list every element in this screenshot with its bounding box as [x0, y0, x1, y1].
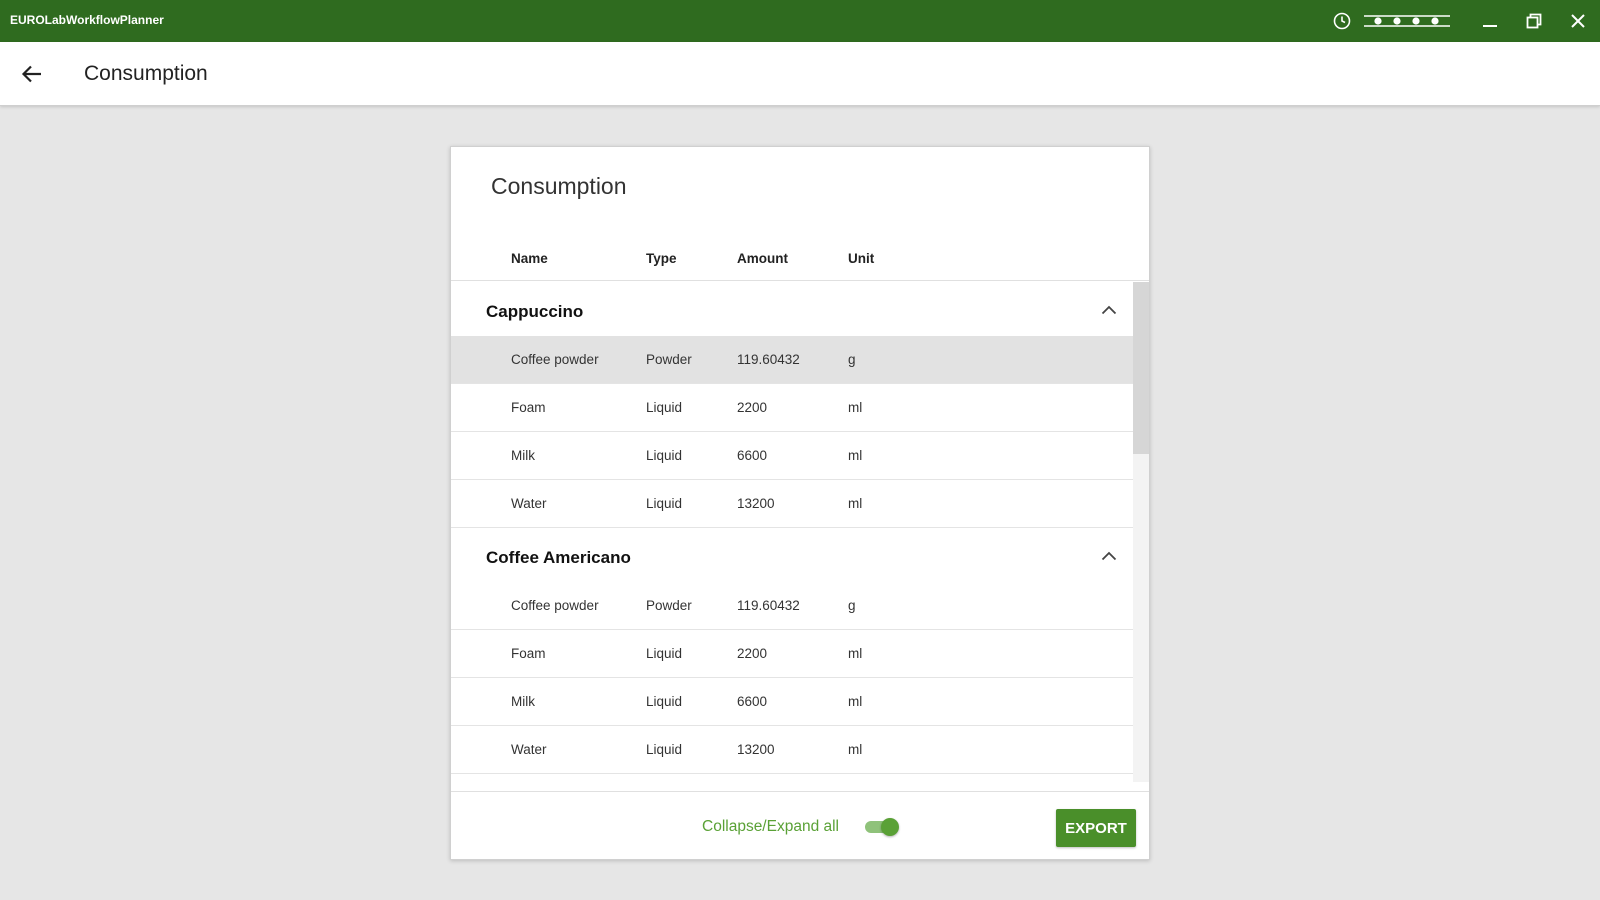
column-header-type: Type	[646, 251, 677, 266]
cell-amount: 2200	[737, 400, 768, 415]
app-title: EUROLabWorkflowPlanner	[10, 13, 164, 27]
cell-amount: 6600	[737, 694, 768, 709]
cell-name: Coffee powder	[511, 352, 599, 367]
cell-name: Water	[511, 742, 547, 757]
consumption-list[interactable]: Cappuccino Coffee powder Powder 119.6043…	[451, 282, 1149, 782]
arrow-left-icon	[21, 65, 41, 83]
cell-name: Coffee powder	[511, 598, 599, 613]
cell-type: Liquid	[646, 448, 683, 463]
table-row[interactable]: Water Liquid 13200 ml	[451, 726, 1133, 774]
cell-amount: 2200	[737, 646, 768, 661]
cell-amount: 119.60432	[737, 598, 800, 613]
collapse-expand-label: Collapse/Expand all	[702, 818, 840, 835]
column-header-row: Name Type Amount Unit	[451, 239, 1149, 281]
card-title: Consumption	[491, 173, 627, 199]
collapse-expand-toggle[interactable]	[865, 818, 899, 836]
cell-unit: ml	[848, 448, 863, 463]
table-row[interactable]: Water Liquid 13200 ml	[451, 480, 1133, 528]
cell-type: Powder	[646, 598, 692, 613]
column-header-name: Name	[511, 251, 548, 266]
cell-name: Water	[511, 496, 547, 511]
cell-amount: 13200	[737, 496, 775, 511]
cell-unit: ml	[848, 400, 863, 415]
back-button[interactable]	[16, 58, 48, 90]
cell-amount: 119.60432	[737, 352, 800, 367]
group-header-coffee-americano[interactable]: Coffee Americano	[451, 528, 1133, 582]
toggle-knob	[881, 818, 899, 836]
cell-name: Milk	[511, 694, 535, 709]
cell-unit: g	[848, 598, 856, 613]
cell-name: Foam	[511, 646, 546, 661]
column-header-unit: Unit	[848, 251, 875, 266]
consumption-card: Consumption Name Type Amount Unit Cappuc…	[450, 146, 1150, 860]
group-title: Cappuccino	[486, 302, 584, 321]
group-header-cappuccino[interactable]: Cappuccino	[451, 282, 1133, 336]
table-row[interactable]: Foam Liquid 2200 ml	[451, 384, 1133, 432]
list-scrollbar[interactable]	[1133, 282, 1149, 782]
table-row[interactable]: Milk Liquid 6600 ml	[451, 678, 1133, 726]
cell-unit: ml	[848, 496, 863, 511]
chevron-up-icon[interactable]	[1099, 302, 1119, 318]
cell-unit: ml	[848, 646, 863, 661]
clock-icon[interactable]	[1330, 0, 1354, 42]
export-button[interactable]: EXPORT	[1056, 809, 1136, 847]
cell-type: Liquid	[646, 694, 683, 709]
cell-type: Powder	[646, 352, 692, 367]
cell-type: Liquid	[646, 496, 683, 511]
chevron-up-icon[interactable]	[1099, 548, 1119, 564]
cell-unit: g	[848, 352, 856, 367]
table-row[interactable]: Milk Liquid 6600 ml	[451, 432, 1133, 480]
cell-type: Liquid	[646, 646, 683, 661]
cell-amount: 6600	[737, 448, 768, 463]
page-header: Consumption	[0, 42, 1600, 106]
cell-unit: ml	[848, 742, 863, 757]
cell-amount: 13200	[737, 742, 775, 757]
cell-type: Liquid	[646, 400, 683, 415]
cell-type: Liquid	[646, 742, 683, 757]
card-footer: Collapse/Expand all EXPORT	[451, 791, 1149, 859]
dots-slider-icon[interactable]	[1362, 0, 1452, 42]
cell-unit: ml	[848, 694, 863, 709]
table-row[interactable]: Coffee powder Powder 119.60432 g	[451, 582, 1133, 630]
close-icon[interactable]	[1556, 0, 1600, 42]
table-row[interactable]: Coffee powder Powder 119.60432 g	[451, 336, 1133, 384]
cell-name: Milk	[511, 448, 535, 463]
cell-name: Foam	[511, 400, 546, 415]
title-bar: EUROLabWorkflowPlanner	[0, 0, 1600, 42]
window-controls	[1330, 0, 1600, 42]
page-title: Consumption	[84, 62, 208, 85]
table-row[interactable]: Foam Liquid 2200 ml	[451, 630, 1133, 678]
minimize-icon[interactable]	[1468, 0, 1512, 42]
column-header-amount: Amount	[737, 251, 788, 266]
group-title: Coffee Americano	[486, 548, 631, 567]
scrollbar-thumb[interactable]	[1133, 282, 1149, 454]
restore-icon[interactable]	[1512, 0, 1556, 42]
